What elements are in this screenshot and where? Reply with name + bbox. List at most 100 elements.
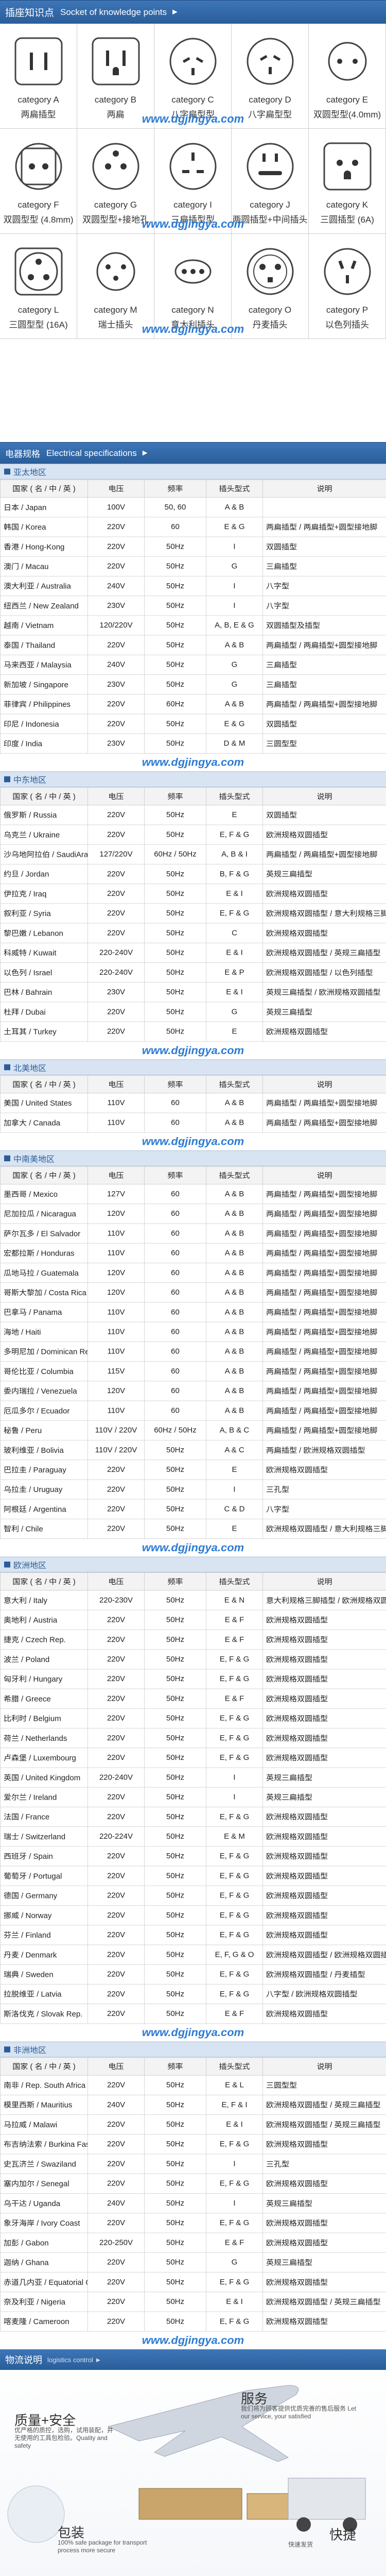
table-cell: E, F & G bbox=[206, 2311, 263, 2332]
table-cell: 50Hz bbox=[144, 1944, 206, 1965]
table-cell: 50Hz bbox=[144, 1439, 206, 1461]
table-cell: 50Hz bbox=[144, 1806, 206, 1827]
table-cell: 两扁插型 / 两扁插型+圆型接地脚 bbox=[262, 1400, 386, 1421]
table-cell: G bbox=[206, 1002, 263, 1022]
column-header: 电压 bbox=[87, 1572, 145, 1591]
socket-k-icon bbox=[323, 142, 371, 191]
table-cell: A & B bbox=[206, 1262, 263, 1283]
table-row: 瑞士 / Switzerland 220-224V 50Hz E & M 欧洲规格双圆插… bbox=[0, 1826, 386, 1847]
socket-o-icon bbox=[247, 248, 293, 295]
table-row: 法国 / France 220V 50Hz E, F & G 欧洲规格双圆插型 bbox=[0, 1806, 386, 1827]
table-cell: 墨西哥 / Mexico bbox=[0, 1184, 88, 1205]
table-cell: 欧洲规格双圆插型 bbox=[262, 923, 386, 943]
table-cell: A & B bbox=[206, 1093, 263, 1113]
table-cell: I bbox=[206, 575, 263, 597]
table-cell: 葡萄牙 / Portugal bbox=[0, 1866, 88, 1886]
table-cell: 哥斯大黎加 / Costa Rica bbox=[0, 1282, 88, 1303]
regions-container: 亚太地区 国家 ( 名 / 中 / 英 ) 电压 频率 插头型式 说明 日本 / Japan… bbox=[0, 464, 386, 2349]
table-cell: 110V bbox=[87, 1223, 145, 1244]
table-cell: 50Hz bbox=[144, 884, 206, 904]
watermark: www.dgjingya.com bbox=[142, 1541, 244, 1554]
table-row: 委内瑞拉 / Venezuela 120V 60 A & B 两扁插型 / 两扁插型+圆… bbox=[0, 1381, 386, 1401]
table-row: 越南 / Vietnam 120/220V 50Hz A, B, E & G 双圆插型及… bbox=[0, 615, 386, 636]
spec-title-en: Electrical specifications bbox=[46, 448, 137, 458]
table-cell: 双圆插型及插型 bbox=[262, 615, 386, 636]
table-row: 象牙海岸 / Ivory Coast 220V 50Hz E, F & G 欧洲规格双圆… bbox=[0, 2213, 386, 2233]
table-cell: 220V bbox=[87, 1669, 145, 1689]
table-cell: 230V bbox=[87, 982, 145, 1003]
table-cell: A, B & C bbox=[206, 1420, 263, 1440]
table-cell: 欧洲规格双圆插型 bbox=[262, 1925, 386, 1945]
table-row: 南非 / Rep. South Africa 220V 50Hz E & L 三圆型型 bbox=[0, 2075, 386, 2095]
spec-table: 国家 ( 名 / 中 / 英 ) 电压 频率 插头型式 说明 日本 / Japan 100V… bbox=[0, 479, 386, 754]
table-row: 尼加拉瓜 / Nicaragua 120V 60 A & B 两扁插型 / 两扁插型+圆… bbox=[0, 1204, 386, 1224]
table-cell: A & B bbox=[206, 1302, 263, 1323]
table-cell: 伊拉克 / Iraq bbox=[0, 884, 88, 904]
table-cell: 220V bbox=[87, 1787, 145, 1807]
table-cell: 玻利维亚 / Bolivia bbox=[0, 1439, 88, 1461]
table-cell: 新加坡 / Singapore bbox=[0, 674, 88, 695]
table-cell: 50Hz bbox=[144, 1964, 206, 1985]
knowledge-title-cn: 插座知识点 bbox=[5, 8, 55, 19]
table-cell: 欧洲规格双圆插型 bbox=[262, 1866, 386, 1886]
table-row: 印尼 / Indonesia 220V 50Hz E & G 双圆插型 bbox=[0, 714, 386, 734]
table-cell: 60 bbox=[144, 1184, 206, 1205]
table-cell: 220V bbox=[87, 805, 145, 825]
table-cell: 50Hz bbox=[144, 1590, 206, 1611]
table-row: 迦纳 / Ghana 220V 50Hz G 英规三扁插型 bbox=[0, 2252, 386, 2273]
table-cell: 日本 / Japan bbox=[0, 497, 88, 518]
arrow-icon: ► bbox=[170, 7, 179, 16]
table-cell: 50Hz bbox=[144, 2114, 206, 2135]
table-row: 海地 / Haiti 110V 60 A & B 两扁插型 / 两扁插型+圆型接地脚 bbox=[0, 1321, 386, 1342]
table-cell: 50Hz bbox=[144, 596, 206, 616]
column-header: 国家 ( 名 / 中 / 英 ) bbox=[0, 1166, 88, 1184]
table-cell: 海地 / Haiti bbox=[0, 1321, 88, 1342]
column-header: 说明 bbox=[262, 1166, 386, 1184]
socket-category: category O bbox=[248, 305, 292, 315]
region-marker-icon bbox=[4, 1561, 10, 1568]
table-cell: 220V bbox=[87, 2311, 145, 2332]
table-row: 斯洛伐克 / Slovak Rep. 220V 50Hz E & F 欧洲规格双圆插型 bbox=[0, 2004, 386, 2024]
table-cell: 220V bbox=[87, 635, 145, 655]
table-cell: E & F bbox=[206, 1688, 263, 1709]
table-cell: E & G bbox=[206, 517, 263, 537]
table-cell: 泰国 / Thailand bbox=[0, 635, 88, 655]
table-cell: 120V bbox=[87, 1204, 145, 1224]
table-row: 葡萄牙 / Portugal 220V 50Hz E, F & G 欧洲规格双圆插型 bbox=[0, 1866, 386, 1886]
arrow-icon: ► bbox=[141, 448, 149, 457]
table-cell: E, F & G bbox=[206, 1708, 263, 1728]
table-cell: 两扁插型 / 两扁插型+圆型接地脚 bbox=[262, 1420, 386, 1440]
table-cell: 双圆插型 bbox=[262, 805, 386, 825]
column-header: 国家 ( 名 / 中 / 英 ) bbox=[0, 1572, 88, 1591]
table-cell: C & D bbox=[206, 1499, 263, 1519]
table-cell: 叙利亚 / Syria bbox=[0, 903, 88, 924]
table-cell: 马拉威 / Malawi bbox=[0, 2114, 88, 2135]
column-header: 插头型式 bbox=[206, 1572, 263, 1591]
table-cell: 波兰 / Poland bbox=[0, 1649, 88, 1670]
table-cell: 50Hz bbox=[144, 805, 206, 825]
table-row: 英国 / United Kingdom 220-240V 50Hz I 英规三扁插型 bbox=[0, 1767, 386, 1788]
table-cell: A & B bbox=[206, 1112, 263, 1133]
table-cell: E, F & G bbox=[206, 824, 263, 845]
table-row: 喀麦隆 / Cameroon 220V 50Hz E, F & G 欧洲规格双圆插型 bbox=[0, 2311, 386, 2332]
table-row: 希腊 / Greece 220V 50Hz E & F 欧洲规格双圆插型 bbox=[0, 1688, 386, 1709]
package-subtitle: 100% safe package for transport process … bbox=[58, 2539, 147, 2554]
table-cell: 220-240V bbox=[87, 1767, 145, 1788]
region-marker-icon bbox=[4, 1155, 10, 1162]
table-row: 芬兰 / Finland 220V 50Hz E, F & G 欧洲规格双圆插型 bbox=[0, 1925, 386, 1945]
region-title: 亚太地区 bbox=[13, 468, 47, 477]
table-cell: 欧洲规格双圆插型 bbox=[262, 2213, 386, 2233]
table-cell: E & L bbox=[206, 2075, 263, 2095]
socket-c-icon bbox=[169, 38, 216, 85]
table-cell: E & N bbox=[206, 1590, 263, 1611]
table-cell: 50Hz bbox=[144, 1846, 206, 1867]
table-cell: 220V bbox=[87, 1021, 145, 1042]
table-cell: A, B & I bbox=[206, 844, 263, 865]
column-header: 频率 bbox=[144, 1075, 206, 1094]
table-cell: 110V bbox=[87, 1302, 145, 1323]
table-cell: E, F & G bbox=[206, 1846, 263, 1867]
table-header-row: 国家 ( 名 / 中 / 英 ) 电压 频率 插头型式 说明 bbox=[0, 1166, 386, 1184]
table-cell: E & M bbox=[206, 1826, 263, 1847]
table-cell: 50Hz bbox=[144, 824, 206, 845]
table-cell: 欧洲规格双圆插型 bbox=[262, 1688, 386, 1709]
